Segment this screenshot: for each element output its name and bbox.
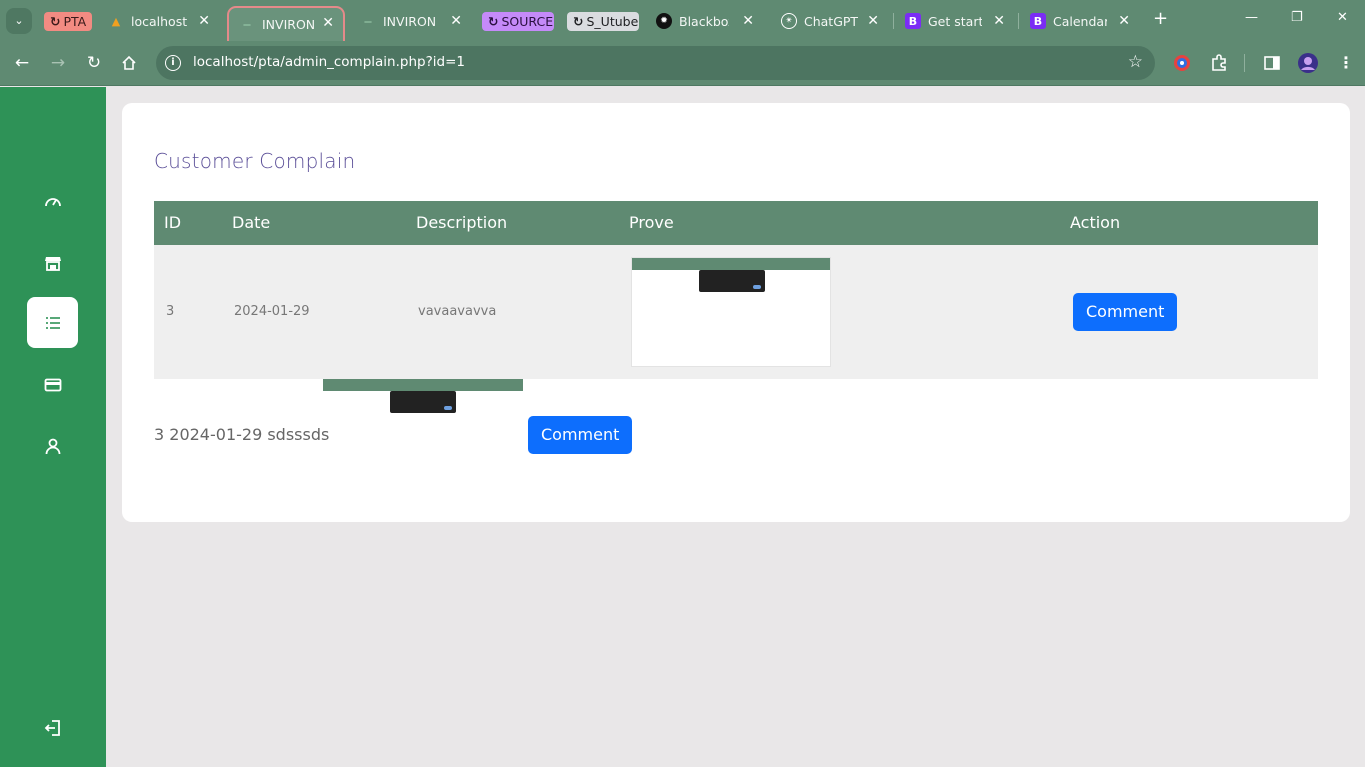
screenshot-toolbar (323, 379, 523, 391)
bookmark-star-icon[interactable]: ☆ (1128, 52, 1143, 72)
minimize-icon[interactable]: — (1245, 10, 1258, 25)
tab-search-chevron-icon[interactable]: ⌄ (6, 8, 32, 34)
table-row: 3 2024-01-29 vavaavavva Comment (154, 245, 1318, 379)
blackbox-icon: ✹ (656, 13, 672, 29)
side-panel-icon[interactable] (1262, 53, 1282, 73)
prove-image[interactable] (631, 257, 831, 367)
phpmyadmin-icon: ▲ (111, 14, 121, 28)
tab-inviron[interactable]: — INVIRON ✕ (360, 7, 464, 35)
tab-separator (893, 13, 894, 29)
chatgpt-icon: ✴ (781, 13, 797, 29)
cell-id: 3 (166, 304, 175, 319)
sidebar (0, 87, 106, 767)
sync-icon: ↻ (50, 13, 61, 29)
close-icon[interactable]: ✕ (742, 13, 754, 29)
site-info-icon[interactable]: i (165, 55, 181, 71)
table-header: ID Date Description Prove Action (154, 201, 1318, 245)
close-icon[interactable]: ✕ (198, 13, 210, 29)
tab-get-started[interactable]: B Get starte ✕ (905, 7, 1007, 35)
profile-avatar[interactable] (1298, 53, 1318, 73)
header-id: ID (164, 213, 182, 232)
page-title: Customer Complain (154, 149, 356, 173)
prove-image-row2[interactable] (323, 379, 523, 413)
new-tab-icon[interactable]: + (1153, 8, 1168, 29)
toolbar-separator (1244, 54, 1245, 72)
restore-icon[interactable]: ❐ (1291, 10, 1303, 25)
tab-strip: ⌄ ↻ PTA ▲ localhost / ✕ — INVIRON ✕ — IN… (0, 0, 1365, 41)
store-icon[interactable] (27, 237, 78, 288)
comment-button[interactable]: Comment (1073, 293, 1178, 331)
close-icon[interactable]: ✕ (450, 13, 462, 29)
tab-inviron-active[interactable]: — INVIRON ✕ (227, 6, 345, 41)
tab-source[interactable]: ↻ SOURCE (482, 7, 554, 35)
user-icon[interactable] (27, 420, 78, 471)
header-description: Description (416, 213, 508, 232)
close-icon[interactable]: ✕ (322, 15, 334, 31)
site-icon: — (243, 20, 251, 29)
back-arrow-icon[interactable]: ← (11, 52, 33, 74)
extensions-puzzle-icon[interactable] (1209, 53, 1229, 73)
complain-table: ID Date Description Prove Action 3 2024-… (154, 201, 1318, 379)
forward-arrow-icon[interactable]: → (47, 52, 69, 74)
screenshot-modal (390, 391, 456, 413)
reload-icon[interactable]: ↻ (83, 52, 105, 74)
comment-button-row2[interactable]: Comment (528, 416, 633, 454)
window-close-icon[interactable]: ✕ (1337, 10, 1348, 25)
main-content: Customer Complain ID Date Description Pr… (106, 87, 1365, 767)
tab-localhost[interactable]: ▲ localhost / ✕ (108, 7, 212, 35)
menu-kebab-icon[interactable]: ⋮ (1336, 53, 1356, 73)
close-icon[interactable]: ✕ (1118, 13, 1130, 29)
cell-description: vavaavavva (418, 304, 497, 319)
list-icon[interactable] (27, 297, 78, 348)
address-bar[interactable]: i localhost/pta/admin_complain.php?id=1 … (156, 46, 1155, 80)
tab-s-utube[interactable]: ↻ S_Utube (567, 7, 639, 35)
header-action: Action (1070, 213, 1121, 232)
tab-separator (1018, 13, 1019, 29)
complain-row2-text: 3 2024-01-29 sdsssds (154, 425, 330, 444)
tab-blackbox[interactable]: ✹ Blackbox ✕ (656, 7, 756, 35)
card-icon[interactable] (27, 359, 78, 410)
site-icon: — (364, 16, 372, 26)
browser-toolbar: ← → ↻ i localhost/pta/admin_complain.php… (0, 41, 1365, 86)
header-prove: Prove (629, 213, 674, 232)
tab-chatgpt[interactable]: ✴ ChatGPT ✕ (781, 7, 881, 35)
dashboard-icon[interactable] (27, 176, 78, 227)
home-icon[interactable] (118, 52, 140, 74)
bootstrap-icon: B (905, 13, 921, 29)
tab-pta[interactable]: ↻ PTA (44, 7, 104, 35)
tab-calendar[interactable]: B Calendar ✕ (1030, 7, 1132, 35)
header-date: Date (232, 213, 271, 232)
close-icon[interactable]: ✕ (993, 13, 1005, 29)
close-icon[interactable]: ✕ (867, 13, 879, 29)
url-text[interactable]: localhost/pta/admin_complain.php?id=1 (193, 54, 465, 70)
extension-colorful-icon[interactable] (1172, 53, 1192, 73)
screenshot-toolbar (632, 258, 830, 270)
logout-icon[interactable] (27, 702, 78, 753)
sync-icon: ↻ (573, 13, 584, 29)
sync-icon: ↻ (488, 13, 499, 29)
cell-date: 2024-01-29 (234, 304, 310, 319)
bootstrap-icon: B (1030, 13, 1046, 29)
screenshot-modal (699, 270, 765, 292)
complain-card: Customer Complain ID Date Description Pr… (122, 103, 1350, 522)
